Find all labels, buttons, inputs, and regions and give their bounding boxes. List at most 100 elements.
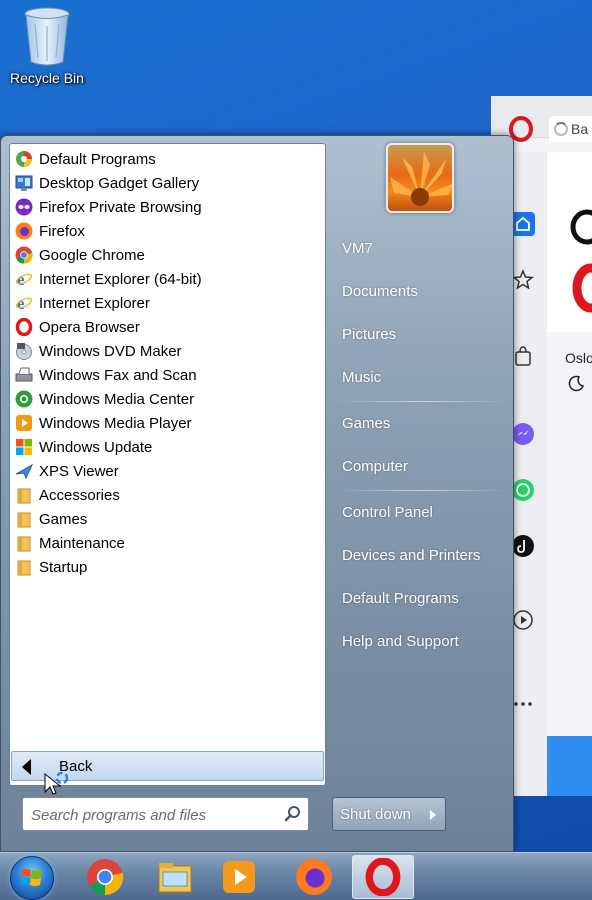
shutdown-button[interactable]: Shut down xyxy=(332,797,422,831)
program-item[interactable]: Windows Update xyxy=(14,435,320,459)
windows-logo-icon xyxy=(20,869,42,886)
shopping-icon[interactable] xyxy=(511,344,535,368)
program-item[interactable]: Firefox Private Browsing xyxy=(14,195,320,219)
devices-printers-link[interactable]: Devices and Printers xyxy=(342,547,480,564)
opera-speed-dial xyxy=(547,152,592,332)
program-label: Desktop Gadget Gallery xyxy=(39,174,200,192)
moon-icon xyxy=(567,374,585,397)
opera-icon xyxy=(14,317,34,337)
help-support-link[interactable]: Help and Support xyxy=(342,633,459,650)
separator xyxy=(336,401,508,402)
program-label: Firefox xyxy=(39,222,85,240)
program-item[interactable]: Windows Media Center xyxy=(14,387,320,411)
home-icon[interactable] xyxy=(511,212,535,236)
folder-icon xyxy=(14,557,34,577)
program-label: Maintenance xyxy=(39,534,125,552)
program-label: Windows Fax and Scan xyxy=(39,366,197,384)
tab-title: Ba xyxy=(571,121,589,137)
documents-link[interactable]: Documents xyxy=(342,283,418,300)
windows-update-icon xyxy=(14,437,34,457)
program-item[interactable]: Maintenance xyxy=(14,531,320,555)
computer-link[interactable]: Computer xyxy=(342,458,408,475)
start-menu: Default Programs Desktop Gadget Gallery … xyxy=(0,135,514,852)
opera-bottom-strip xyxy=(547,736,592,796)
start-menu-right-pane: VM7 Documents Pictures Music Games Compu… xyxy=(328,136,513,853)
program-label: Windows Media Center xyxy=(39,390,195,408)
program-item[interactable]: Startup xyxy=(14,555,320,579)
xps-viewer-icon xyxy=(14,461,34,481)
taskbar-chrome-button[interactable] xyxy=(74,855,136,899)
program-item[interactable]: Opera Browser xyxy=(14,315,320,339)
shutdown-options-button[interactable] xyxy=(421,797,446,831)
gadget-gallery-icon xyxy=(14,173,34,193)
firefox-icon xyxy=(296,859,332,895)
whatsapp-icon[interactable] xyxy=(511,478,535,502)
browser-tab[interactable]: Ba xyxy=(549,116,592,142)
flower-picture-icon xyxy=(390,151,452,206)
user-folder-link[interactable]: VM7 xyxy=(342,240,373,257)
program-item[interactable]: Windows Fax and Scan xyxy=(14,363,320,387)
program-label: Games xyxy=(39,510,88,528)
folder-icon xyxy=(14,533,34,553)
program-label: Internet Explorer (64-bit) xyxy=(39,270,202,288)
programs-list: Default Programs Desktop Gadget Gallery … xyxy=(9,143,326,786)
program-label: Startup xyxy=(39,558,88,576)
default-programs-link[interactable]: Default Programs xyxy=(342,590,459,607)
program-label: Default Programs xyxy=(39,150,156,168)
program-item[interactable]: Accessories xyxy=(14,483,320,507)
program-item[interactable]: Default Programs xyxy=(14,147,320,171)
program-label: Google Chrome xyxy=(39,246,145,264)
taskbar-opera-button[interactable] xyxy=(352,855,414,899)
program-label: Firefox Private Browsing xyxy=(39,198,202,216)
control-panel-link[interactable]: Control Panel xyxy=(342,504,433,521)
program-label: XPS Viewer xyxy=(39,462,119,480)
program-label: Windows Media Player xyxy=(39,414,192,432)
program-label: Windows Update xyxy=(39,438,153,456)
tiktok-icon[interactable] xyxy=(511,534,535,558)
chrome-icon xyxy=(14,245,34,265)
internet-explorer-icon: e xyxy=(14,269,34,289)
program-item[interactable]: Games xyxy=(14,507,320,531)
search-input[interactable] xyxy=(31,804,281,826)
internet-explorer-icon: e xyxy=(14,293,34,313)
program-item[interactable]: Google Chrome xyxy=(14,243,320,267)
music-link[interactable]: Music xyxy=(342,369,381,386)
program-item[interactable]: Windows DVD Maker xyxy=(14,339,320,363)
recycle-bin-desktop-icon[interactable]: Recycle Bin xyxy=(6,4,88,86)
pictures-link[interactable]: Pictures xyxy=(342,326,396,343)
recycle-bin-label: Recycle Bin xyxy=(10,70,84,86)
taskbar-media-player-button[interactable] xyxy=(208,855,270,899)
search-icon[interactable] xyxy=(284,805,302,828)
firefox-private-icon xyxy=(14,197,34,217)
program-label: Opera Browser xyxy=(39,318,140,336)
more-options-icon[interactable] xyxy=(511,692,535,716)
opera-icon xyxy=(365,858,401,896)
taskbar-firefox-button[interactable] xyxy=(283,855,345,899)
program-item[interactable]: Firefox xyxy=(14,219,320,243)
program-item[interactable]: e Internet Explorer xyxy=(14,291,320,315)
program-item[interactable]: XPS Viewer xyxy=(14,459,320,483)
bookmarks-icon[interactable] xyxy=(511,268,535,292)
messenger-icon[interactable] xyxy=(511,422,535,446)
user-avatar[interactable] xyxy=(386,143,454,213)
opera-logo-icon xyxy=(570,209,592,313)
start-button[interactable] xyxy=(10,856,54,900)
default-programs-icon xyxy=(14,149,34,169)
dvd-maker-icon xyxy=(14,341,34,361)
media-player-icon xyxy=(14,413,34,433)
program-item[interactable]: Windows Media Player xyxy=(14,411,320,435)
fax-scan-icon xyxy=(14,365,34,385)
tab-loading-icon xyxy=(554,122,568,136)
weather-city: Oslo xyxy=(565,350,592,366)
program-item[interactable]: Desktop Gadget Gallery xyxy=(14,171,320,195)
recycle-bin-icon xyxy=(24,7,70,66)
media-player-icon xyxy=(223,861,255,893)
games-link[interactable]: Games xyxy=(342,415,390,432)
firefox-icon xyxy=(14,221,34,241)
program-item[interactable]: e Internet Explorer (64-bit) xyxy=(14,267,320,291)
media-center-icon xyxy=(14,389,34,409)
separator xyxy=(336,490,508,491)
program-label: Windows DVD Maker xyxy=(39,342,182,360)
taskbar-explorer-button[interactable] xyxy=(144,855,206,899)
player-icon[interactable] xyxy=(511,608,535,632)
